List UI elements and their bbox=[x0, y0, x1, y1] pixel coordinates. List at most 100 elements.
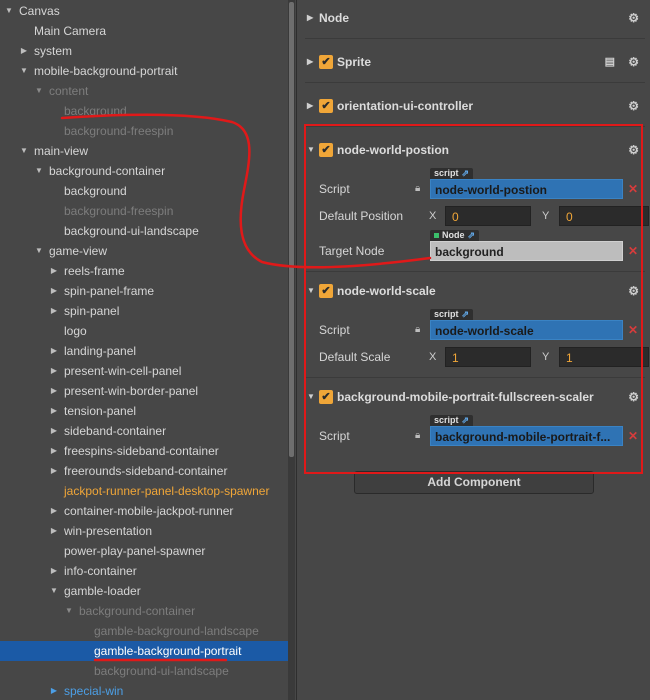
hierarchy-item[interactable]: ▼ gamble-loader bbox=[0, 581, 289, 601]
hierarchy-item[interactable]: ▶ info-container bbox=[0, 561, 289, 581]
hierarchy-item[interactable]: gamble-background-portrait bbox=[0, 641, 289, 661]
collapse-arrow-icon[interactable]: ▼ bbox=[34, 81, 44, 101]
checkbox-icon[interactable]: ✔ bbox=[319, 143, 333, 157]
gear-icon[interactable]: ⚙ bbox=[628, 139, 639, 161]
hierarchy-item[interactable]: background-freespin bbox=[0, 121, 289, 141]
scale-y-input[interactable]: 1 bbox=[559, 347, 649, 367]
hierarchy-item[interactable]: ▼ Canvas bbox=[0, 1, 289, 21]
collapse-arrow-icon[interactable]: ▼ bbox=[307, 386, 315, 408]
expand-arrow-icon[interactable]: ▶ bbox=[19, 41, 29, 61]
expand-arrow-icon[interactable]: ▶ bbox=[49, 681, 59, 700]
collapse-arrow-icon[interactable]: ▼ bbox=[307, 280, 315, 302]
target-node-field[interactable]: background bbox=[430, 241, 623, 261]
scrollbar-thumb[interactable] bbox=[289, 2, 294, 457]
clear-x-icon[interactable]: ✕ bbox=[626, 426, 640, 446]
hierarchy-item[interactable]: ▼ content bbox=[0, 81, 289, 101]
position-x-input[interactable]: 0 bbox=[445, 206, 531, 226]
hierarchy-scrollbar[interactable] bbox=[288, 0, 295, 700]
expand-arrow-icon[interactable]: ▶ bbox=[49, 501, 59, 521]
collapse-arrow-icon[interactable]: ▼ bbox=[34, 241, 44, 261]
hierarchy-item[interactable]: ▶ special-win bbox=[0, 681, 289, 700]
hierarchy-item[interactable]: ▶ container-mobile-jackpot-runner bbox=[0, 501, 289, 521]
expand-arrow-icon[interactable]: ▶ bbox=[49, 461, 59, 481]
hierarchy-item[interactable]: ▶ landing-panel bbox=[0, 341, 289, 361]
checkbox-icon[interactable]: ✔ bbox=[319, 284, 333, 298]
expand-arrow-icon[interactable]: ▶ bbox=[49, 301, 59, 321]
hierarchy-item[interactable]: ▶ spin-panel-frame bbox=[0, 281, 289, 301]
hierarchy-item[interactable]: ▶ freespins-sideband-container bbox=[0, 441, 289, 461]
scale-x-input[interactable]: 1 bbox=[445, 347, 531, 367]
hierarchy-item[interactable]: ▼ mobile-background-portrait bbox=[0, 61, 289, 81]
expand-arrow-icon[interactable]: ▶ bbox=[307, 51, 313, 73]
gear-icon[interactable]: ⚙ bbox=[628, 280, 639, 302]
component-header-node-world-postion[interactable]: ▼ ✔ node-world-postion ⚙ bbox=[297, 139, 650, 161]
component-header-orientation-ui-controller[interactable]: ▶ ✔ orientation-ui-controller ⚙ bbox=[297, 95, 650, 117]
hierarchy-item[interactable]: ▶ tension-panel bbox=[0, 401, 289, 421]
hierarchy-item[interactable]: gamble-background-landscape bbox=[0, 621, 289, 641]
external-link-icon[interactable]: ⇗ bbox=[462, 168, 470, 178]
hierarchy-item[interactable]: Main Camera bbox=[0, 21, 289, 41]
add-component-button[interactable]: Add Component bbox=[354, 471, 594, 494]
clear-x-icon[interactable]: ✕ bbox=[626, 241, 640, 261]
expand-arrow-icon[interactable]: ▶ bbox=[49, 341, 59, 361]
book-icon[interactable]: ▤ bbox=[605, 51, 615, 73]
gear-icon[interactable]: ⚙ bbox=[628, 386, 639, 408]
expand-arrow-icon[interactable]: ▶ bbox=[49, 561, 59, 581]
checkbox-icon[interactable]: ✔ bbox=[319, 55, 333, 69]
hierarchy-item[interactable]: ▶ system bbox=[0, 41, 289, 61]
script-field[interactable]: node-world-postion bbox=[430, 179, 623, 199]
checkbox-icon[interactable]: ✔ bbox=[319, 99, 333, 113]
hierarchy-item[interactable]: background bbox=[0, 181, 289, 201]
hierarchy-item[interactable]: ▼ game-view bbox=[0, 241, 289, 261]
hierarchy-item[interactable]: jackpot-runner-panel-desktop-spawner bbox=[0, 481, 289, 501]
collapse-arrow-icon[interactable]: ▼ bbox=[64, 601, 74, 621]
collapse-arrow-icon[interactable]: ▼ bbox=[307, 139, 315, 161]
gear-icon[interactable]: ⚙ bbox=[628, 95, 639, 117]
hierarchy-item[interactable]: power-play-panel-spawner bbox=[0, 541, 289, 561]
expand-arrow-icon[interactable]: ▶ bbox=[307, 7, 313, 29]
gear-icon[interactable]: ⚙ bbox=[628, 51, 639, 73]
position-y-input[interactable]: 0 bbox=[559, 206, 649, 226]
hierarchy-item[interactable]: ▶ present-win-border-panel bbox=[0, 381, 289, 401]
clear-x-icon[interactable]: ✕ bbox=[626, 179, 640, 199]
component-header-node[interactable]: ▶ Node ⚙ bbox=[297, 7, 650, 29]
clear-x-icon[interactable]: ✕ bbox=[626, 320, 640, 340]
expand-arrow-icon[interactable]: ▶ bbox=[49, 401, 59, 421]
external-link-icon[interactable]: ⇗ bbox=[462, 415, 470, 425]
script-field[interactable]: background-mobile-portrait-f... bbox=[430, 426, 623, 446]
hierarchy-item[interactable]: ▶ spin-panel bbox=[0, 301, 289, 321]
checkbox-icon[interactable]: ✔ bbox=[319, 390, 333, 404]
expand-arrow-icon[interactable]: ▶ bbox=[307, 95, 313, 117]
external-link-icon[interactable]: ⇗ bbox=[468, 230, 476, 240]
expand-arrow-icon[interactable]: ▶ bbox=[49, 421, 59, 441]
hierarchy-item[interactable]: background-ui-landscape bbox=[0, 221, 289, 241]
hierarchy-item[interactable]: ▶ freerounds-sideband-container bbox=[0, 461, 289, 481]
expand-arrow-icon[interactable]: ▶ bbox=[49, 261, 59, 281]
hierarchy-item[interactable]: ▼ background-container bbox=[0, 601, 289, 621]
gear-icon[interactable]: ⚙ bbox=[628, 7, 639, 29]
collapse-arrow-icon[interactable]: ▼ bbox=[4, 1, 14, 21]
expand-arrow-icon[interactable]: ▶ bbox=[49, 441, 59, 461]
component-header-background-scaler[interactable]: ▼ ✔ background-mobile-portrait-fullscree… bbox=[297, 386, 650, 408]
hierarchy-item[interactable]: background-ui-landscape bbox=[0, 661, 289, 681]
hierarchy-item[interactable]: ▶ sideband-container bbox=[0, 421, 289, 441]
hierarchy-item[interactable]: ▼ background-container bbox=[0, 161, 289, 181]
component-header-node-world-scale[interactable]: ▼ ✔ node-world-scale ⚙ bbox=[297, 280, 650, 302]
collapse-arrow-icon[interactable]: ▼ bbox=[49, 581, 59, 601]
expand-arrow-icon[interactable]: ▶ bbox=[49, 381, 59, 401]
hierarchy-item[interactable]: logo bbox=[0, 321, 289, 341]
collapse-arrow-icon[interactable]: ▼ bbox=[19, 61, 29, 81]
expand-arrow-icon[interactable]: ▶ bbox=[49, 361, 59, 381]
expand-arrow-icon[interactable]: ▶ bbox=[49, 281, 59, 301]
hierarchy-item[interactable]: ▶ present-win-cell-panel bbox=[0, 361, 289, 381]
script-field[interactable]: node-world-scale bbox=[430, 320, 623, 340]
hierarchy-item[interactable]: background bbox=[0, 101, 289, 121]
collapse-arrow-icon[interactable]: ▼ bbox=[19, 141, 29, 161]
component-header-sprite[interactable]: ▶ ✔ Sprite ▤ ⚙ bbox=[297, 51, 650, 73]
external-link-icon[interactable]: ⇗ bbox=[462, 309, 470, 319]
hierarchy-item[interactable]: ▶ win-presentation bbox=[0, 521, 289, 541]
expand-arrow-icon[interactable]: ▶ bbox=[49, 521, 59, 541]
hierarchy-item[interactable]: ▼ main-view bbox=[0, 141, 289, 161]
hierarchy-item[interactable]: ▶ reels-frame bbox=[0, 261, 289, 281]
hierarchy-item[interactable]: background-freespin bbox=[0, 201, 289, 221]
